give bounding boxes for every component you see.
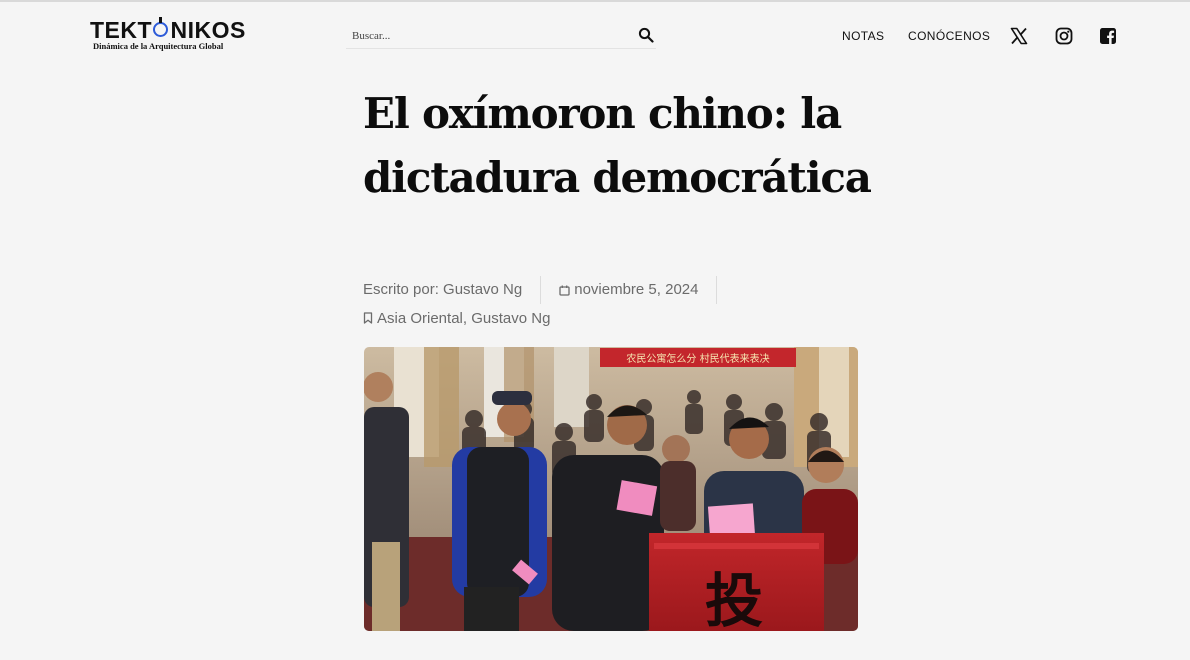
category-link-gustavo-ng[interactable]: Gustavo Ng (471, 310, 550, 327)
category-separator: , (462, 309, 472, 327)
logo-wordmark: TEKTONIKOS (90, 17, 246, 43)
author-byline: Escrito por: Gustavo Ng (363, 276, 542, 304)
article-categories: Asia Oriental, Gustavo Ng (363, 306, 550, 330)
search-input[interactable] (352, 28, 622, 44)
x-icon[interactable] (1010, 27, 1028, 45)
publish-date-text: noviembre 5, 2024 (574, 281, 699, 298)
bookmark-icon (363, 312, 373, 324)
search-icon[interactable] (638, 27, 654, 43)
site-logo[interactable]: TEKTONIKOS Dinámica de la Arquitectura G… (90, 17, 260, 51)
logo-o: O (152, 17, 170, 43)
calendar-icon (559, 285, 570, 296)
search-bar (346, 24, 656, 49)
instagram-icon[interactable] (1055, 27, 1073, 45)
ballot-box-text: 投 (705, 567, 763, 631)
banner-text: 农民公寓怎么分 村民代表来表决 (626, 352, 769, 365)
publish-date: noviembre 5, 2024 (541, 276, 718, 304)
article-title: El oxímoron chino: la dictadura democrát… (363, 89, 872, 202)
nav-conocenos[interactable]: CONÓCENOS (908, 29, 990, 43)
top-border (0, 0, 1190, 2)
nav-notas[interactable]: NOTAS (842, 29, 884, 43)
hero-image: 农民公寓怎么分 村民代表来表决 投 (364, 347, 858, 631)
facebook-icon[interactable] (1099, 27, 1117, 45)
article-meta: Escrito por: Gustavo Ng noviembre 5, 202… (363, 276, 718, 304)
category-link-asia-oriental[interactable]: Asia Oriental (377, 310, 463, 327)
